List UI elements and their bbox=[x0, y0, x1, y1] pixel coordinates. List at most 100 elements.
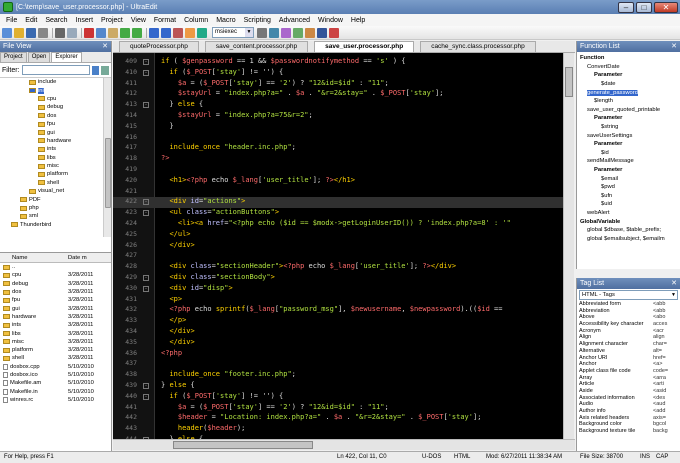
find-icon[interactable] bbox=[149, 27, 159, 38]
file-list-row[interactable]: fpu 3/28/2011 bbox=[0, 296, 111, 304]
file-list-row[interactable]: debug 3/28/2011 bbox=[0, 280, 111, 288]
close-icon[interactable]: ✕ bbox=[671, 278, 680, 289]
code-line[interactable]: 409- if ( $genpassword == 1 && $passwordn… bbox=[113, 57, 563, 68]
function-list-item[interactable]: Parameter bbox=[577, 114, 680, 123]
menu-column[interactable]: Column bbox=[180, 17, 212, 24]
tag-list-item[interactable]: Alternative alt= bbox=[577, 348, 680, 355]
ftp-icon[interactable] bbox=[317, 27, 327, 38]
print-icon[interactable] bbox=[55, 27, 65, 38]
function-list-item[interactable]: generate_password bbox=[577, 88, 680, 97]
save-all-icon[interactable] bbox=[38, 27, 48, 38]
undo-icon[interactable] bbox=[120, 27, 130, 38]
code-line[interactable]: 436 <?php bbox=[113, 349, 563, 360]
tree-item[interactable]: shell bbox=[0, 179, 111, 187]
code-line[interactable]: 418 ?> bbox=[113, 154, 563, 165]
scrollbar-thumb[interactable] bbox=[565, 67, 573, 97]
tree-item[interactable]: Thunderbird bbox=[0, 221, 111, 229]
menu-format[interactable]: Format bbox=[150, 17, 180, 24]
code-line[interactable]: 431 <p> bbox=[113, 295, 563, 306]
find-in-files-icon[interactable] bbox=[173, 27, 183, 38]
menu-project[interactable]: Project bbox=[97, 17, 127, 24]
code-line[interactable]: 432 <?php echo sprintf($_lang["password_… bbox=[113, 305, 563, 316]
filter-input[interactable] bbox=[21, 65, 90, 75]
editor-vertical-scrollbar[interactable] bbox=[563, 53, 574, 439]
tag-list-item[interactable]: Aside <asid bbox=[577, 388, 680, 395]
code-line[interactable]: 440- if ($_POST['stay'] != '') { bbox=[113, 392, 563, 403]
code-line[interactable]: 433 </p> bbox=[113, 316, 563, 327]
tag-list-item[interactable]: Abbreviated form <abb bbox=[577, 301, 680, 308]
column-header-date[interactable]: Date m bbox=[68, 255, 87, 261]
function-list-item[interactable]: Parameter bbox=[577, 140, 680, 149]
code-line[interactable]: 439-} else { bbox=[113, 381, 563, 392]
tag-list-item[interactable]: Applet class file code code= bbox=[577, 368, 680, 375]
menu-search[interactable]: Search bbox=[41, 17, 71, 24]
tag-list-item[interactable]: Anchor URI href= bbox=[577, 355, 680, 362]
code-line[interactable]: 429- <div class="sectionBody"> bbox=[113, 273, 563, 284]
tag-group-select[interactable]: HTML - Tags ▼ bbox=[579, 290, 678, 300]
file-list-row[interactable]: gui 3/28/2011 bbox=[0, 304, 111, 312]
code-line[interactable]: 424 <li><a href="<?php echo ($id == $mod… bbox=[113, 219, 563, 230]
tree-item[interactable]: libs bbox=[0, 154, 111, 162]
function-list-item[interactable]: Function bbox=[577, 54, 680, 63]
fold-toggle-icon[interactable]: - bbox=[143, 383, 149, 389]
ultraedit-app-icon[interactable] bbox=[3, 2, 13, 12]
function-list-item[interactable]: ConvertDate bbox=[577, 63, 680, 72]
column-header-name[interactable]: Name bbox=[0, 255, 68, 261]
menu-window[interactable]: Window bbox=[314, 17, 347, 24]
code-line[interactable]: 412 $stayUrl = "index.php?a=" . $a . "&r… bbox=[113, 89, 563, 100]
function-list-item[interactable]: $ufn bbox=[577, 192, 680, 201]
paste-icon[interactable] bbox=[108, 27, 118, 38]
file-list-row[interactable]: misc 3/28/2011 bbox=[0, 338, 111, 346]
redo-icon[interactable] bbox=[132, 27, 142, 38]
code-line[interactable]: 428 <div class="sectionHeader"><?php ech… bbox=[113, 262, 563, 273]
code-line[interactable]: 421 bbox=[113, 187, 563, 198]
code-line[interactable]: 413- } else { bbox=[113, 100, 563, 111]
tag-list-item[interactable]: Author info <add bbox=[577, 408, 680, 415]
close-button[interactable]: ✕ bbox=[654, 1, 678, 13]
tag-list-item[interactable]: Anchor <a> bbox=[577, 361, 680, 368]
code-line[interactable]: 416 bbox=[113, 133, 563, 144]
fold-toggle-icon[interactable]: - bbox=[143, 59, 149, 65]
function-list-item[interactable]: sendMailMessage bbox=[577, 157, 680, 166]
function-list-item[interactable]: $uid bbox=[577, 200, 680, 209]
code-line[interactable]: 426 </div> bbox=[113, 241, 563, 252]
menu-file[interactable]: File bbox=[2, 17, 21, 24]
document-tab[interactable]: cache_sync.class.processor.php bbox=[420, 41, 536, 52]
function-list-item[interactable]: $id bbox=[577, 149, 680, 158]
code-line[interactable]: 425 </ul> bbox=[113, 230, 563, 241]
replace-icon[interactable] bbox=[161, 27, 171, 38]
tag-list-item[interactable]: Article <arti bbox=[577, 381, 680, 388]
code-line[interactable]: 411 $a = ($_POST['stay'] == '2') ? "12&i… bbox=[113, 79, 563, 90]
code-line[interactable]: 423- <ul class="actionButtons"> bbox=[113, 208, 563, 219]
open-folder-icon[interactable] bbox=[14, 27, 24, 38]
tag-list-item[interactable]: Associated information <des bbox=[577, 395, 680, 402]
tree-item[interactable]: visual_net bbox=[0, 187, 111, 195]
tag-list-item[interactable]: Align align bbox=[577, 334, 680, 341]
tree-item[interactable]: fpu bbox=[0, 120, 111, 128]
hex-mode-icon[interactable] bbox=[293, 27, 303, 38]
code-line[interactable]: 417 include_once "header.inc.php"; bbox=[113, 143, 563, 154]
menu-scripting[interactable]: Scripting bbox=[240, 17, 275, 24]
tree-item[interactable]: misc bbox=[0, 162, 111, 170]
goto-line-icon[interactable] bbox=[197, 27, 207, 38]
code-line[interactable]: 430- <div id="disp"> bbox=[113, 284, 563, 295]
file-list-row[interactable]: ints 3/28/2011 bbox=[0, 321, 111, 329]
fold-toggle-icon[interactable]: - bbox=[143, 199, 149, 206]
function-list-item[interactable]: Parameter bbox=[577, 166, 680, 175]
menu-advanced[interactable]: Advanced bbox=[275, 17, 314, 24]
tag-list-item[interactable]: Axis related headers axis= bbox=[577, 415, 680, 422]
file-list-row[interactable]: dos 3/28/2011 bbox=[0, 288, 111, 296]
tag-list-item[interactable]: Above <abo bbox=[577, 314, 680, 321]
menu-insert[interactable]: Insert bbox=[72, 17, 98, 24]
editor-horizontal-scrollbar[interactable] bbox=[113, 439, 575, 450]
tag-list-item[interactable]: Audio <aud bbox=[577, 401, 680, 408]
tree-item[interactable]: hardware bbox=[0, 137, 111, 145]
code-line[interactable]: 414 $stayUrl = "index.php?a=75&r=2"; bbox=[113, 111, 563, 122]
file-list-row[interactable]: winres.rc 5/10/2010 bbox=[0, 396, 111, 404]
file-list-row[interactable]: platform 3/28/2011 bbox=[0, 346, 111, 354]
tag-list-item[interactable]: Array <arra bbox=[577, 375, 680, 382]
fold-toggle-icon[interactable]: - bbox=[143, 393, 149, 400]
tag-list-item[interactable]: Background color bgcol bbox=[577, 421, 680, 428]
tab-open[interactable]: Open bbox=[27, 52, 51, 62]
fold-toggle-icon[interactable]: - bbox=[143, 102, 149, 109]
